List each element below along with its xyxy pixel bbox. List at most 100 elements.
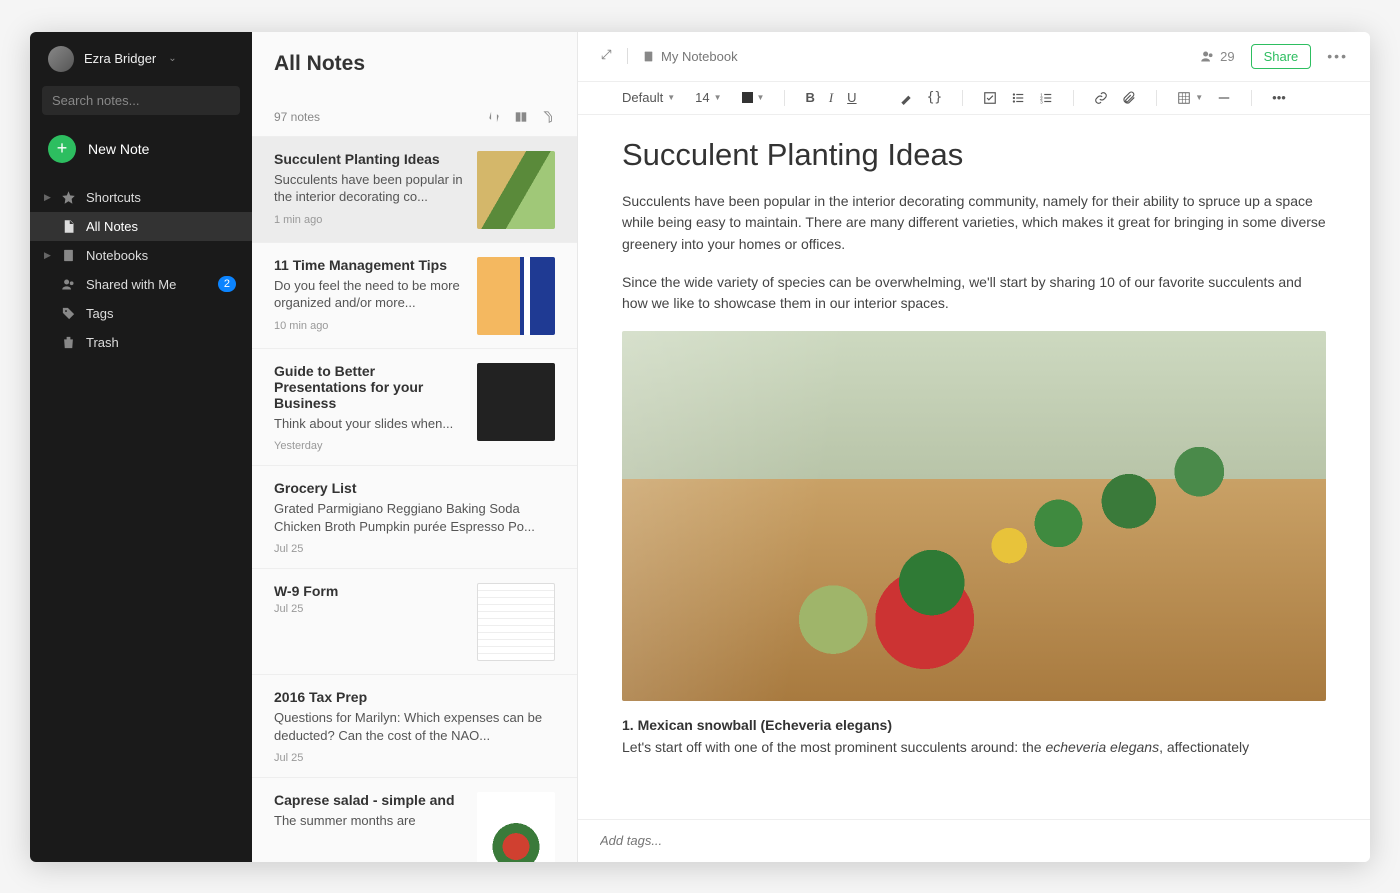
notebook-icon — [642, 50, 655, 63]
trash-icon — [61, 335, 76, 350]
app-window: Ezra Bridger ⌄ + New Note ▶ Shortcuts Al… — [30, 32, 1370, 862]
note-item-snippet: Succulents have been popular in the inte… — [274, 171, 465, 206]
note-item[interactable]: 2016 Tax Prep Questions for Marilyn: Whic… — [252, 675, 577, 778]
search-box[interactable] — [42, 86, 240, 115]
note-item-title: Grocery List — [274, 480, 555, 496]
note-item-snippet: Questions for Marilyn: Which expenses ca… — [274, 709, 555, 744]
note-thumbnail — [477, 257, 555, 335]
paragraph[interactable]: Succulents have been popular in the inte… — [622, 191, 1326, 256]
search-input[interactable] — [52, 93, 228, 108]
nav-all-notes[interactable]: All Notes — [30, 212, 252, 241]
table-button[interactable]: ▼ — [1177, 91, 1203, 105]
bold-button[interactable]: B — [805, 90, 814, 105]
font-family-select[interactable]: Default ▼ — [622, 90, 675, 105]
note-item[interactable]: 11 Time Management TipsDo you feel the n… — [252, 243, 577, 349]
new-note-button[interactable]: + New Note — [30, 129, 252, 179]
note-item-date: Jul 25 — [274, 543, 555, 555]
strikethrough-button[interactable] — [871, 91, 885, 105]
notelist-title: All Notes — [274, 52, 555, 76]
note-item-date: 10 min ago — [274, 320, 465, 332]
hr-button[interactable] — [1217, 91, 1231, 105]
note-item[interactable]: Succulent Planting Ideas Succulents have … — [252, 137, 577, 243]
nav-trash[interactable]: Trash — [30, 328, 252, 357]
note-item-title: 2016 Tax Prep — [274, 689, 555, 705]
note-item[interactable]: W-9 Form Jul 25 — [252, 569, 577, 675]
shared-badge: 2 — [218, 276, 236, 292]
note-item-snippet: Grated Parmigiano Reggiano Baking Soda C… — [274, 500, 555, 535]
note-items[interactable]: Succulent Planting Ideas Succulents have … — [252, 137, 577, 862]
caret-right-icon: ▶ — [44, 192, 51, 203]
notelist-count: 97 notes — [274, 110, 320, 124]
note-thumbnail — [477, 363, 555, 441]
nav-shortcuts[interactable]: ▶ Shortcuts — [30, 183, 252, 212]
nav-label: Tags — [86, 306, 113, 321]
code-button[interactable]: {} — [927, 90, 943, 105]
avatar — [48, 46, 74, 72]
checkbox-button[interactable] — [983, 91, 997, 105]
nav-label: Shared with Me — [86, 277, 176, 292]
note-item-snippet: The summer months are — [274, 812, 465, 830]
expand-icon[interactable] — [600, 48, 613, 64]
note-content[interactable]: Succulent Planting Ideas Succulents have… — [578, 115, 1370, 819]
note-item-title: 11 Time Management Tips — [274, 257, 465, 273]
nav-label: Notebooks — [86, 248, 148, 263]
note-item-title: Caprese salad - simple and — [274, 792, 465, 808]
note-list-panel: All Notes 97 notes Succulent Planting Id… — [252, 32, 578, 862]
tag-input[interactable] — [600, 833, 1348, 848]
people-icon — [1200, 49, 1215, 64]
note-item-snippet: Think about your slides when... — [274, 415, 465, 433]
note-item[interactable]: Grocery List Grated Parmigiano Reggiano B… — [252, 466, 577, 569]
attachment-button[interactable] — [1122, 91, 1136, 105]
share-count[interactable]: 29 — [1200, 49, 1234, 64]
paragraph[interactable]: Since the wide variety of species can be… — [622, 272, 1326, 315]
more-menu-icon[interactable]: ••• — [1327, 48, 1348, 64]
note-item-date: Jul 25 — [274, 752, 555, 764]
share-button[interactable]: Share — [1251, 44, 1312, 69]
star-icon — [61, 190, 76, 205]
view-toggle-icon[interactable] — [514, 110, 528, 124]
tag-bar — [578, 819, 1370, 862]
nav-label: Trash — [86, 335, 119, 350]
username: Ezra Bridger — [84, 51, 156, 66]
note-item[interactable]: Caprese salad - simple and The summer mon… — [252, 778, 577, 861]
section-heading[interactable]: 1. Mexican snowball (Echeveria elegans) — [622, 717, 1326, 733]
notebook-selector[interactable]: My Notebook — [642, 49, 738, 64]
nav-shared[interactable]: Shared with Me 2 — [30, 270, 252, 299]
note-icon — [61, 219, 76, 234]
sidebar-nav: ▶ Shortcuts All Notes ▶ Notebooks Shared… — [30, 183, 252, 357]
format-toolbar: Default ▼ 14 ▼ ▼ B I U {} 123 — [578, 81, 1370, 115]
color-swatch-icon — [742, 92, 753, 103]
caret-right-icon: ▶ — [44, 250, 51, 261]
more-format-button[interactable]: ••• — [1272, 90, 1286, 105]
filter-icon[interactable] — [541, 110, 555, 124]
note-item-title: W-9 Form — [274, 583, 465, 599]
link-button[interactable] — [1094, 91, 1108, 105]
nav-label: Shortcuts — [86, 190, 141, 205]
note-item-date: Yesterday — [274, 440, 465, 452]
note-title[interactable]: Succulent Planting Ideas — [622, 137, 1326, 173]
sidebar: Ezra Bridger ⌄ + New Note ▶ Shortcuts Al… — [30, 32, 252, 862]
numbered-list-button[interactable]: 123 — [1039, 91, 1053, 105]
highlight-button[interactable] — [899, 91, 913, 105]
notebook-icon — [61, 248, 76, 263]
user-menu[interactable]: Ezra Bridger ⌄ — [30, 32, 252, 86]
color-picker[interactable]: ▼ — [742, 92, 765, 103]
nav-tags[interactable]: Tags — [30, 299, 252, 328]
chevron-down-icon: ⌄ — [168, 53, 176, 64]
bullet-list-button[interactable] — [1011, 91, 1025, 105]
people-icon — [61, 277, 76, 292]
underline-button[interactable]: U — [847, 90, 856, 105]
note-item-date: Jul 25 — [274, 603, 465, 615]
note-item[interactable]: Guide to Better Presentations for your B… — [252, 349, 577, 467]
note-item-title: Succulent Planting Ideas — [274, 151, 465, 167]
tag-icon — [61, 306, 76, 321]
plus-icon: + — [48, 135, 76, 163]
note-thumbnail — [477, 583, 555, 661]
sort-icon[interactable] — [487, 110, 501, 124]
font-size-select[interactable]: 14 ▼ — [695, 90, 721, 105]
nav-notebooks[interactable]: ▶ Notebooks — [30, 241, 252, 270]
note-image[interactable] — [622, 331, 1326, 701]
editor-panel: My Notebook 29 Share ••• Default ▼ 14 ▼ … — [578, 32, 1370, 862]
paragraph[interactable]: Let's start off with one of the most pro… — [622, 737, 1326, 759]
italic-button[interactable]: I — [829, 90, 833, 106]
